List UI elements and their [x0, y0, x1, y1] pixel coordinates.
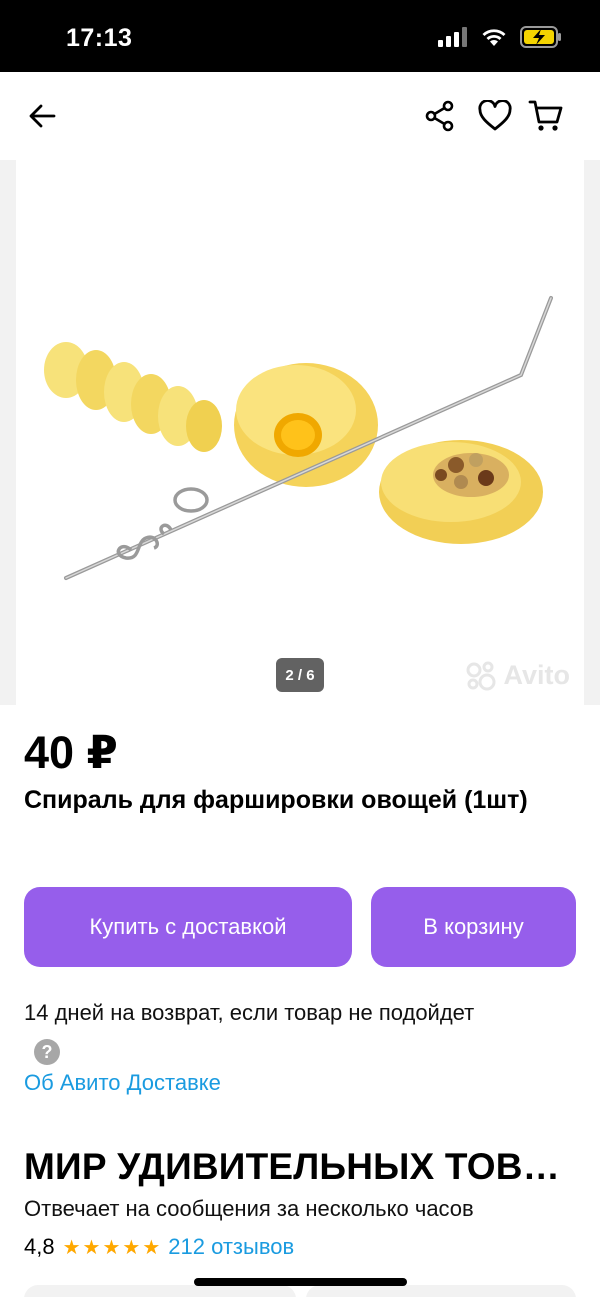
heart-icon[interactable]	[475, 96, 515, 136]
spiral-potato	[44, 342, 222, 452]
home-indicator	[194, 1278, 407, 1286]
star-icon: ★	[122, 1236, 141, 1259]
return-policy-text: 14 дней на возврат, если товар не подойд…	[24, 1000, 475, 1025]
wifi-icon	[482, 29, 506, 46]
product-price: 40 ₽	[24, 727, 118, 778]
share-icon[interactable]	[420, 96, 460, 136]
add-to-cart-button[interactable]: В корзину	[371, 887, 576, 967]
cart-icon[interactable]	[526, 96, 566, 136]
gallery-prev-peek	[0, 160, 16, 705]
status-bar: 17:13	[0, 0, 600, 72]
signal-icon	[438, 27, 467, 47]
bottom-card-left	[24, 1285, 296, 1297]
battery-charging-icon	[520, 26, 561, 48]
back-arrow-icon[interactable]	[22, 96, 62, 136]
product-image-gallery[interactable]: 2 / 6 Avito	[16, 160, 584, 705]
bottom-card-right	[306, 1285, 576, 1297]
avito-logo-icon	[466, 661, 495, 690]
star-icon: ★	[142, 1236, 161, 1259]
gallery-next-peek	[584, 160, 600, 705]
seller-name[interactable]: МИР УДИВИТЕЛЬНЫХ ТОВ…	[24, 1146, 584, 1188]
star-icon: ★	[82, 1236, 101, 1259]
rating-value: 4,8	[24, 1234, 55, 1259]
buy-with-delivery-button[interactable]: Купить с доставкой	[24, 887, 352, 967]
watermark-text: Avito	[503, 660, 571, 690]
status-icons	[438, 26, 562, 48]
reviews-link[interactable]: 212 отзывов	[168, 1234, 294, 1260]
hollow-potato	[234, 363, 378, 487]
nav-bar	[0, 72, 600, 160]
avito-watermark: Avito	[466, 660, 571, 691]
rating-stars: ★ ★ ★ ★ ★	[63, 1235, 161, 1260]
stuffed-potato	[379, 440, 543, 544]
seller-rating-row: 4,8 ★ ★ ★ ★ ★ 212 отзывов	[24, 1234, 294, 1260]
star-icon: ★	[62, 1236, 81, 1259]
status-time: 17:13	[66, 24, 133, 52]
image-counter: 2 / 6	[276, 658, 324, 692]
avito-delivery-link[interactable]: Об Авито Доставке	[24, 1070, 221, 1096]
star-icon: ★	[102, 1236, 121, 1259]
help-icon[interactable]: ?	[34, 1039, 60, 1065]
seller-reply-time: Отвечает на сообщения за несколько часов	[24, 1196, 474, 1221]
product-image	[44, 296, 553, 580]
product-title: Спираль для фаршировки овощей (1шт)	[24, 786, 528, 814]
